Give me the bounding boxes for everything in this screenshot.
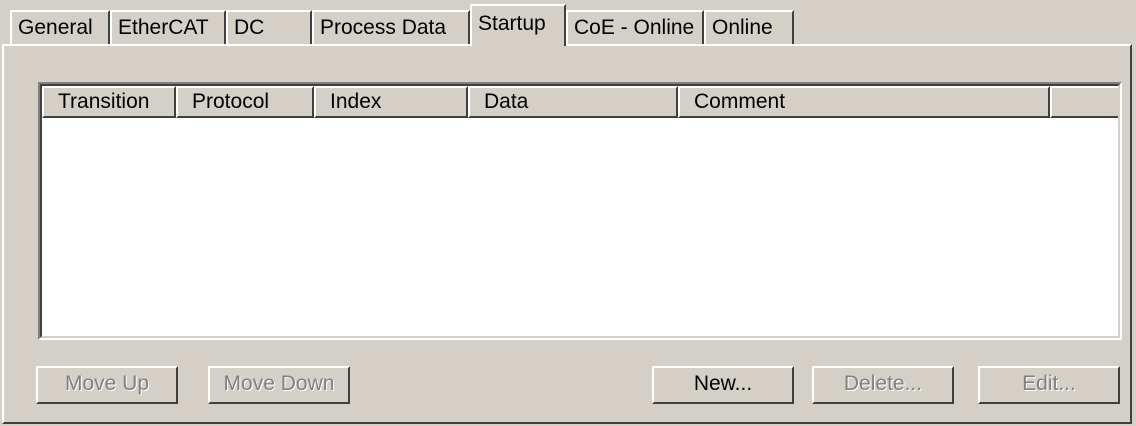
tab-label: Process Data bbox=[320, 16, 447, 39]
column-label: Protocol bbox=[192, 90, 270, 113]
column-header-transition[interactable]: Transition bbox=[42, 86, 176, 118]
column-label: Comment bbox=[694, 90, 786, 113]
tab-label: Startup bbox=[478, 12, 546, 35]
startup-list[interactable]: Transition Protocol Index Data Comment bbox=[38, 82, 1122, 340]
new-button[interactable]: New... bbox=[652, 366, 794, 404]
list-header: Transition Protocol Index Data Comment bbox=[42, 86, 1118, 118]
startup-list-frame: Transition Protocol Index Data Comment bbox=[40, 84, 1120, 338]
button-label: New... bbox=[693, 372, 753, 395]
tab-label: Online bbox=[712, 16, 773, 39]
button-label: Delete... bbox=[843, 372, 923, 395]
tab-process-data[interactable]: Process Data bbox=[312, 10, 470, 46]
tab-label: DC bbox=[234, 16, 265, 39]
column-header-comment[interactable]: Comment bbox=[678, 86, 1050, 118]
tab-general[interactable]: General bbox=[10, 10, 110, 46]
column-header-protocol[interactable]: Protocol bbox=[176, 86, 314, 118]
tab-dc[interactable]: DC bbox=[226, 10, 312, 46]
tab-online[interactable]: Online bbox=[704, 10, 794, 46]
column-header-data[interactable]: Data bbox=[468, 86, 678, 118]
button-label: Move Up bbox=[64, 372, 150, 395]
column-label: Data bbox=[484, 90, 529, 113]
edit-button[interactable]: Edit... bbox=[978, 366, 1120, 404]
tab-startup[interactable]: Startup bbox=[470, 4, 566, 46]
move-down-button[interactable]: Move Down bbox=[208, 366, 350, 404]
button-label: Edit... bbox=[1022, 372, 1076, 395]
column-label: Transition bbox=[58, 90, 150, 113]
list-body[interactable] bbox=[42, 118, 1118, 336]
column-label: Index bbox=[330, 90, 382, 113]
tab-label: CoE - Online bbox=[574, 16, 695, 39]
delete-button[interactable]: Delete... bbox=[812, 366, 954, 404]
tab-strip: General EtherCAT DC Process Data Startup… bbox=[0, 0, 1136, 46]
tab-label: EtherCAT bbox=[118, 16, 209, 39]
startup-panel: Transition Protocol Index Data Comment M… bbox=[2, 44, 1132, 424]
tab-coe-online[interactable]: CoE - Online bbox=[566, 10, 704, 46]
move-up-button[interactable]: Move Up bbox=[36, 366, 178, 404]
column-header-index[interactable]: Index bbox=[314, 86, 468, 118]
button-label: Move Down bbox=[223, 372, 335, 395]
tab-ethercat[interactable]: EtherCAT bbox=[110, 10, 226, 46]
tab-label: General bbox=[18, 16, 93, 39]
column-header-filler[interactable] bbox=[1050, 86, 1118, 118]
